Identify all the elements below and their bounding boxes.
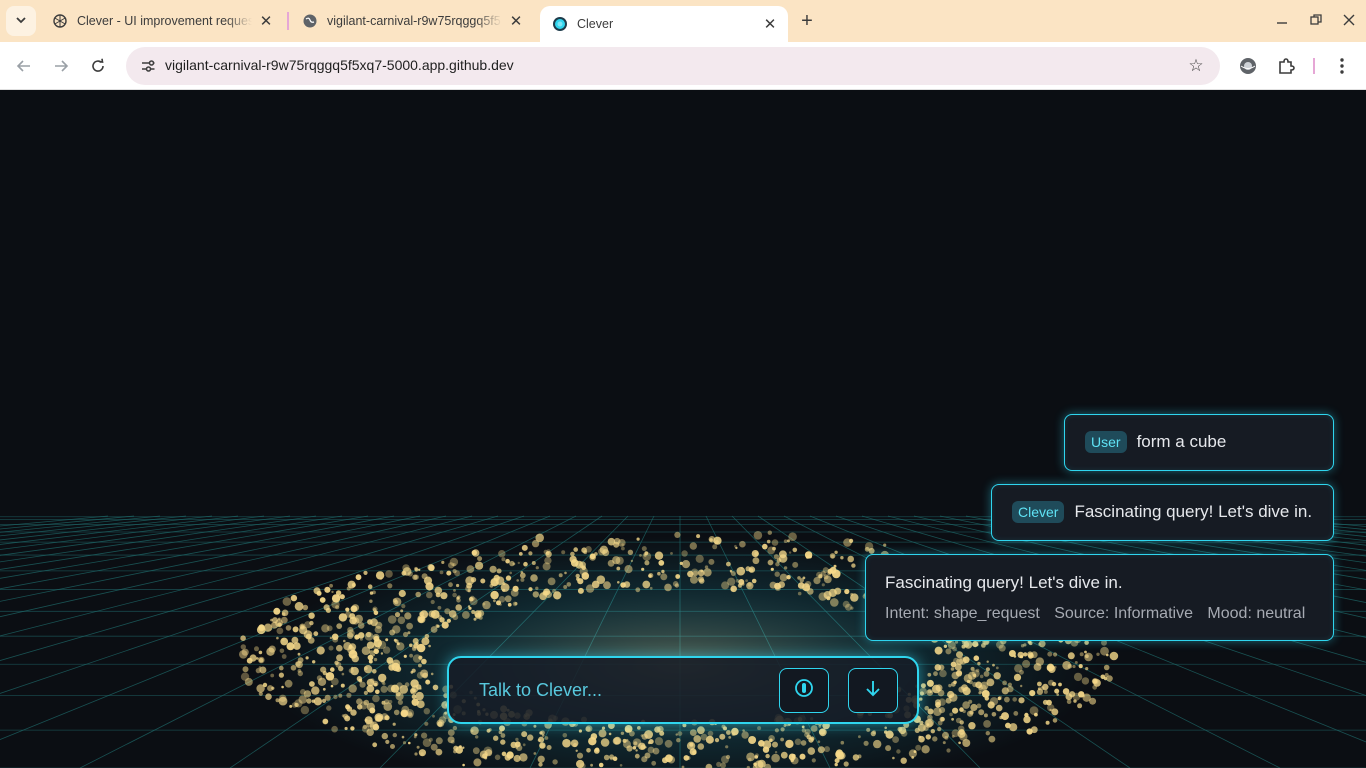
chat-input-bar — [447, 656, 919, 724]
response-meta: Intent: shape_request Source: Informativ… — [885, 605, 1333, 623]
site-info-icon[interactable] — [134, 52, 162, 80]
tab-search-button[interactable] — [6, 6, 36, 36]
chat-input[interactable] — [467, 672, 767, 708]
chatgpt-icon — [52, 13, 68, 29]
tab-title: Clever — [577, 17, 614, 31]
response-detail-panel: Fascinating query! Let's dive in. Intent… — [865, 554, 1334, 641]
extensions-puzzle-icon[interactable] — [1274, 54, 1298, 78]
browser-toolbar: vigilant-carnival-r9w75rqggq5f5xq7-5000.… — [0, 42, 1366, 90]
tab-strip: Clever - UI improvement reques ✕ vigilan… — [0, 0, 1366, 42]
new-tab-plus-icon[interactable]: + — [796, 10, 818, 32]
tab-title: vigilant-carnival-r9w75rqggq5f5 — [327, 14, 501, 28]
tab-clever-ui[interactable]: Clever - UI improvement reques ✕ — [40, 0, 284, 42]
url-text: vigilant-carnival-r9w75rqggq5f5xq7-5000.… — [165, 57, 514, 73]
user-message-bubble: User form a cube — [1064, 414, 1334, 471]
back-arrow-icon[interactable] — [10, 52, 38, 80]
close-icon[interactable]: ✕ — [508, 13, 524, 30]
mood-label: Mood: neutral — [1207, 605, 1306, 622]
tab-clever-active[interactable]: Clever ✕ — [540, 6, 788, 42]
profile-avatar-icon[interactable] — [1236, 54, 1260, 78]
kebab-menu-icon[interactable] — [1330, 54, 1354, 78]
clever-badge: Clever — [1012, 501, 1065, 523]
close-icon[interactable]: ✕ — [762, 16, 778, 33]
tab-group-divider — [287, 12, 289, 30]
address-bar[interactable]: vigilant-carnival-r9w75rqggq5f5xq7-5000.… — [126, 47, 1220, 85]
microphone-button[interactable] — [779, 668, 829, 713]
tab-vigilant-carnival[interactable]: vigilant-carnival-r9w75rqggq5f5 ✕ — [290, 0, 534, 42]
send-button[interactable] — [848, 668, 898, 713]
globe-icon — [302, 13, 318, 29]
reload-icon[interactable] — [84, 52, 112, 80]
source-label: Source: Informative — [1054, 605, 1193, 622]
close-icon[interactable]: ✕ — [258, 13, 274, 30]
microphone-icon — [794, 678, 814, 703]
user-message-text: form a cube — [1136, 432, 1227, 451]
clever-message-text: Fascinating query! Let's dive in. — [1074, 502, 1313, 521]
tab-title: Clever - UI improvement reques — [77, 14, 252, 28]
restore-icon[interactable] — [1304, 8, 1328, 32]
response-text: Fascinating query! Let's dive in. — [885, 573, 1123, 592]
clever-message-bubble: Clever Fascinating query! Let's dive in. — [991, 484, 1334, 541]
close-window-icon[interactable] — [1337, 8, 1361, 32]
bookmark-star-icon[interactable]: ☆ — [1184, 54, 1208, 78]
user-badge: User — [1085, 431, 1127, 453]
minimize-icon[interactable] — [1270, 8, 1294, 32]
clever-app: User form a cube Clever Fascinating query!… — [0, 91, 1366, 768]
toolbar-divider — [1302, 54, 1326, 78]
clever-favicon-icon — [552, 16, 568, 32]
intent-label: Intent: shape_request — [885, 605, 1040, 622]
arrow-down-icon — [863, 678, 883, 703]
chevron-down-icon — [15, 14, 27, 29]
forward-arrow-icon[interactable] — [47, 52, 75, 80]
